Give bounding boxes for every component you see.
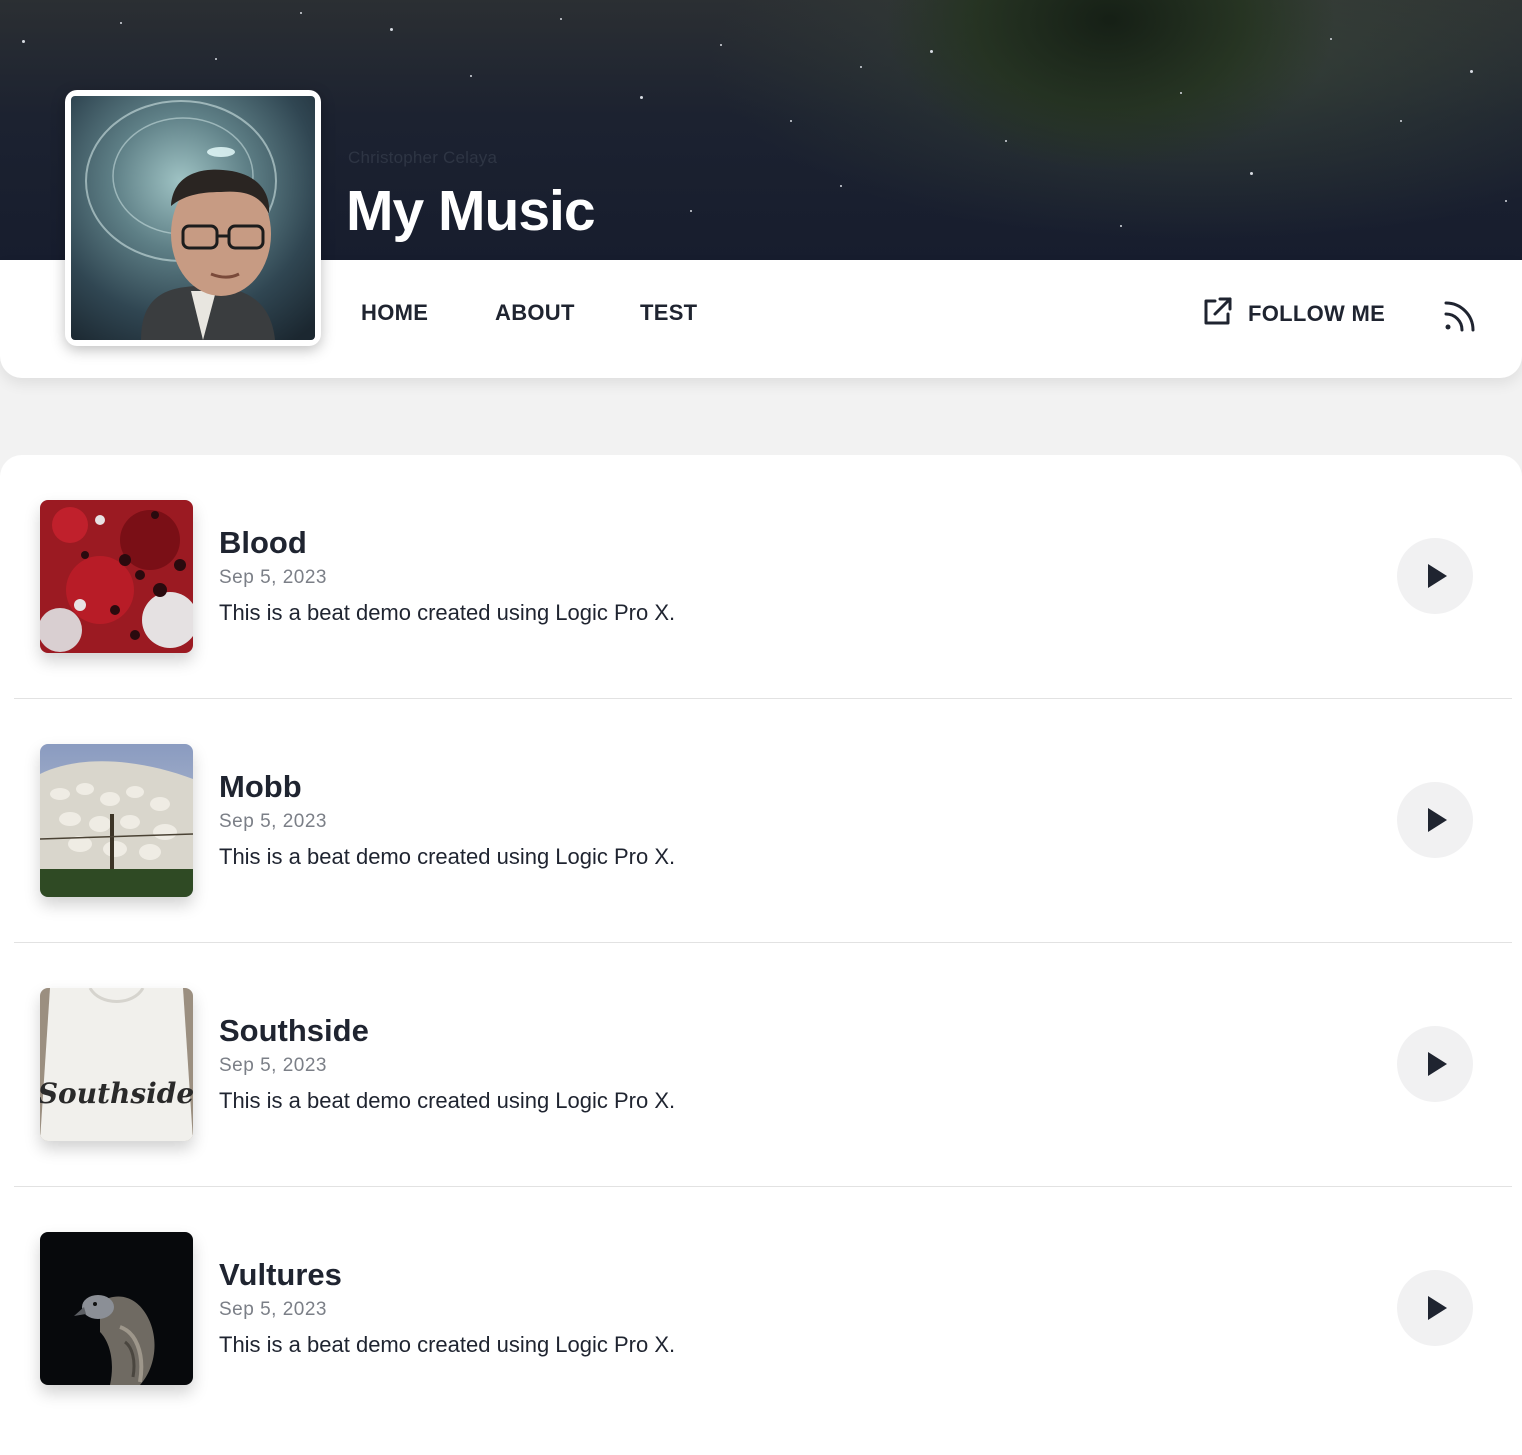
track-title: Mobb [219,769,302,804]
play-button[interactable] [1397,1270,1473,1346]
track-row: Blood Sep 5, 2023 This is a beat demo cr… [14,455,1512,699]
track-description: This is a beat demo created using Logic … [219,600,676,625]
track-description: This is a beat demo created using Logic … [219,844,676,869]
play-icon [1428,1052,1447,1076]
track-title: Southside [219,1013,369,1048]
track-date: Sep 5, 2023 [219,567,327,588]
track-date: Sep 5, 2023 [219,811,327,832]
track-row: Southside Southside Sep 5, 2023 This is … [14,943,1512,1187]
rss-icon[interactable] [1442,298,1478,339]
track-date: Sep 5, 2023 [219,1299,327,1320]
avatar [65,90,321,346]
track-list: Blood Sep 5, 2023 This is a beat demo cr… [0,455,1522,1455]
play-icon [1428,564,1447,588]
play-button[interactable] [1397,1026,1473,1102]
play-icon [1428,808,1447,832]
track-description: This is a beat demo created using Logic … [219,1088,676,1113]
track-artwork-southside: Southside [40,988,193,1141]
nav-home[interactable]: HOME [361,300,428,326]
track-artwork-vultures [40,1232,193,1385]
nav-about[interactable]: ABOUT [495,300,575,326]
track-row: Vultures Sep 5, 2023 This is a beat demo… [14,1187,1512,1431]
play-button[interactable] [1397,538,1473,614]
nav-test[interactable]: TEST [640,300,697,326]
track-artwork-blood [40,500,193,653]
track-title: Blood [219,525,307,560]
follow-me-label: FOLLOW ME [1248,301,1386,326]
play-icon [1428,1296,1447,1320]
track-description: This is a beat demo created using Logic … [219,1332,676,1357]
external-link-icon [1200,295,1234,334]
play-button[interactable] [1397,782,1473,858]
track-artwork-mobb [40,744,193,897]
southside-artwork-text: Southside [40,1077,193,1110]
track-row: Mobb Sep 5, 2023 This is a beat demo cre… [14,699,1512,943]
track-date: Sep 5, 2023 [219,1055,327,1076]
page-title: My Music [346,179,596,243]
follow-me-button[interactable]: FOLLOW ME [1200,297,1385,331]
author-name: Christopher Celaya [348,148,498,167]
track-title: Vultures [219,1257,342,1292]
